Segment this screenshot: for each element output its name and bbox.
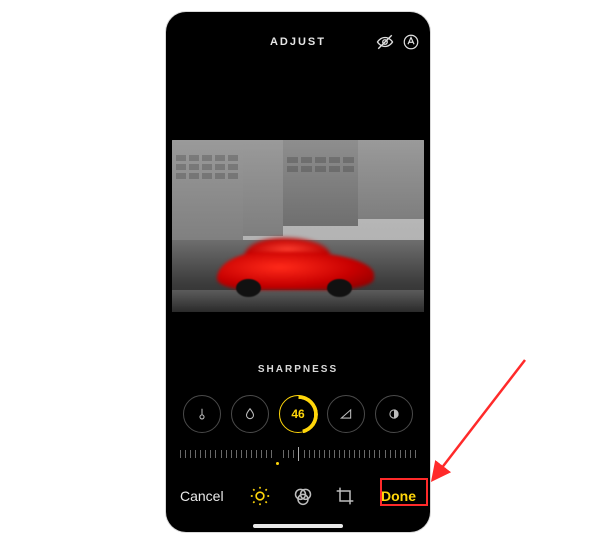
header-title: ADJUST bbox=[270, 36, 326, 48]
done-button[interactable]: Done bbox=[381, 488, 416, 504]
dial-exposure[interactable] bbox=[183, 395, 221, 433]
thermometer-icon bbox=[195, 407, 209, 421]
triangle-icon bbox=[339, 407, 353, 421]
cancel-button[interactable]: Cancel bbox=[180, 488, 224, 504]
dial-vignette[interactable] bbox=[375, 395, 413, 433]
home-indicator[interactable] bbox=[253, 524, 343, 528]
dial-brilliance[interactable] bbox=[231, 395, 269, 433]
drop-icon bbox=[243, 407, 257, 421]
slider-ticks bbox=[180, 450, 416, 460]
dial-progress-ring bbox=[279, 395, 318, 434]
photo-preview[interactable] bbox=[172, 140, 424, 312]
editor-header: ADJUST bbox=[166, 26, 430, 58]
crop-mode-icon[interactable] bbox=[335, 486, 355, 506]
dial-sharpness[interactable]: 46 bbox=[279, 395, 317, 433]
adjust-mode-icon[interactable] bbox=[249, 485, 271, 507]
dial-definition[interactable] bbox=[327, 395, 365, 433]
half-circle-icon bbox=[387, 407, 401, 421]
filters-mode-icon[interactable] bbox=[293, 486, 313, 506]
adjustment-dials[interactable]: 46 bbox=[166, 388, 430, 440]
value-slider[interactable] bbox=[180, 442, 416, 468]
eye-off-icon[interactable] bbox=[376, 33, 394, 51]
photo-edit-screen: ADJUST bbox=[166, 12, 430, 532]
markup-icon[interactable] bbox=[402, 33, 420, 51]
adjustment-label: SHARPNESS bbox=[166, 364, 430, 375]
bottom-bar: Cancel D bbox=[166, 476, 430, 516]
photo-subject bbox=[217, 229, 373, 298]
